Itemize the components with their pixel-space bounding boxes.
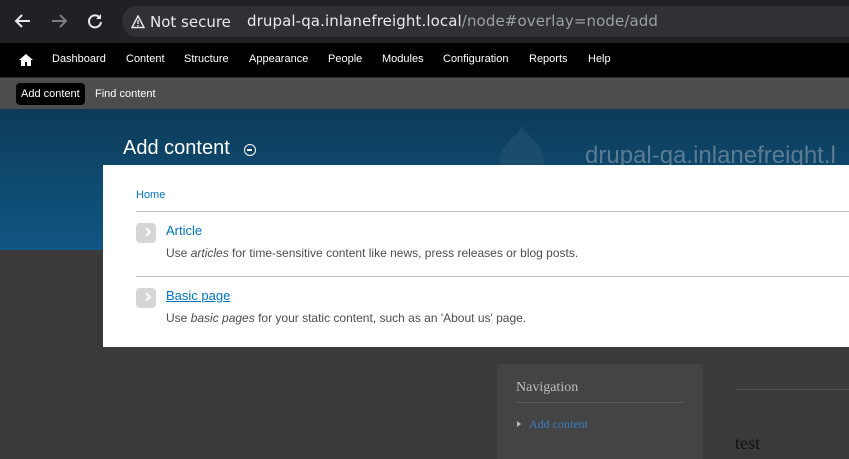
shortcut-find-content[interactable]: Find content bbox=[90, 83, 161, 105]
security-indicator[interactable]: Not secure bbox=[131, 12, 231, 32]
forward-arrow-icon[interactable] bbox=[47, 10, 71, 32]
toolbar-item-content[interactable]: Content bbox=[126, 53, 165, 65]
navigation-heading: Navigation bbox=[516, 380, 579, 395]
back-arrow-icon[interactable] bbox=[11, 10, 35, 32]
url-host: drupal-qa.inlanefreight.local bbox=[247, 12, 462, 30]
navigation-block bbox=[497, 364, 703, 459]
toolbar-item-structure[interactable]: Structure bbox=[184, 53, 229, 65]
chevron-right-icon[interactable] bbox=[136, 288, 156, 308]
bullet-icon bbox=[517, 421, 521, 427]
node-title[interactable]: test bbox=[735, 433, 760, 454]
content-type-basic-page-description: Use basic pages for your static content,… bbox=[166, 311, 527, 325]
shortcuts-bar: Add content Find content bbox=[0, 77, 849, 109]
security-label: Not secure bbox=[150, 13, 231, 31]
drupal-drop-logo bbox=[499, 126, 545, 170]
admin-toolbar: Dashboard Content Structure Appearance P… bbox=[0, 43, 849, 77]
toolbar-item-reports[interactable]: Reports bbox=[529, 53, 568, 65]
content-panel: Home Article Use articles for time-sensi… bbox=[103, 165, 849, 347]
url-path: /node#overlay=node/add bbox=[461, 12, 659, 30]
chevron-right-icon[interactable] bbox=[136, 223, 156, 243]
home-icon[interactable] bbox=[18, 52, 34, 68]
toolbar-item-configuration[interactable]: Configuration bbox=[443, 53, 508, 65]
warning-icon bbox=[131, 15, 145, 29]
navigation-add-content-link[interactable]: Add content bbox=[529, 417, 588, 432]
divider bbox=[136, 276, 849, 277]
divider bbox=[516, 402, 684, 403]
toolbar-item-help[interactable]: Help bbox=[588, 53, 611, 65]
toolbar-item-modules[interactable]: Modules bbox=[382, 53, 424, 65]
content-type-basic-page-link[interactable]: Basic page bbox=[166, 288, 230, 303]
breadcrumb-home[interactable]: Home bbox=[136, 189, 165, 201]
remove-shortcut-icon[interactable] bbox=[244, 144, 256, 156]
content-type-article-description: Use articles for time-sensitive content … bbox=[166, 246, 579, 260]
overlay-title: Add content bbox=[123, 137, 230, 159]
shortcut-add-content[interactable]: Add content bbox=[16, 83, 85, 105]
reload-icon[interactable] bbox=[83, 10, 107, 32]
divider bbox=[136, 211, 849, 212]
divider bbox=[736, 389, 849, 390]
toolbar-item-dashboard[interactable]: Dashboard bbox=[52, 53, 106, 65]
url-text[interactable]: drupal-qa.inlanefreight.local/node#overl… bbox=[247, 12, 658, 30]
toolbar-item-appearance[interactable]: Appearance bbox=[249, 53, 308, 65]
toolbar-item-people[interactable]: People bbox=[328, 53, 362, 65]
content-type-article-link[interactable]: Article bbox=[166, 223, 202, 238]
